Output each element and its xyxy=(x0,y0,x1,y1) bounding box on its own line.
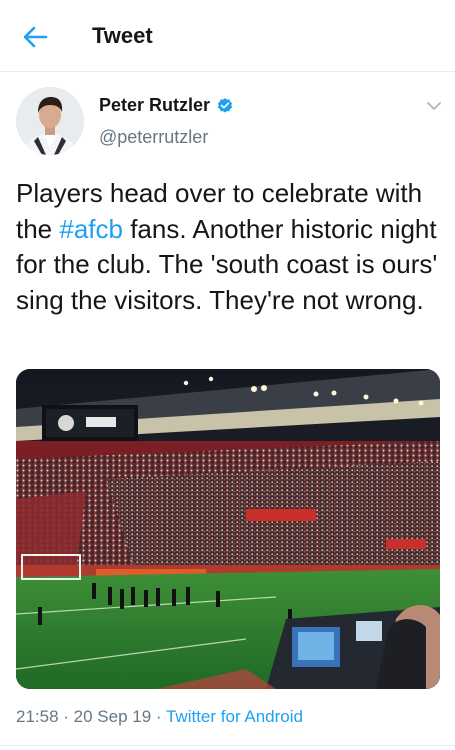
divider xyxy=(0,745,455,746)
chevron-down-icon[interactable] xyxy=(424,96,444,116)
avatar[interactable] xyxy=(16,87,84,155)
tweet-time: 21:58 xyxy=(16,707,59,726)
tweet-text: Players head over to celebrate with the … xyxy=(16,176,441,318)
tweet-metadata: 21:58 · 20 Sep 19 · Twitter for Android xyxy=(16,707,303,727)
back-button[interactable] xyxy=(20,22,50,52)
page-title: Tweet xyxy=(92,23,153,48)
tweet-source-link[interactable]: Twitter for Android xyxy=(166,707,303,726)
tweet-date: 20 Sep 19 xyxy=(73,707,152,726)
tweet-photo[interactable] xyxy=(16,369,440,689)
top-bar: Tweet xyxy=(0,0,455,72)
arrow-left-icon xyxy=(23,26,48,48)
author-handle[interactable]: @peterrutzler xyxy=(99,127,208,148)
author-name[interactable]: Peter Rutzler xyxy=(99,95,234,116)
meta-separator: · xyxy=(151,707,166,726)
verified-badge-icon xyxy=(217,97,233,113)
hashtag-link[interactable]: #afcb xyxy=(59,214,123,244)
meta-separator: · xyxy=(58,707,74,726)
author-name-text: Peter Rutzler xyxy=(99,95,211,115)
